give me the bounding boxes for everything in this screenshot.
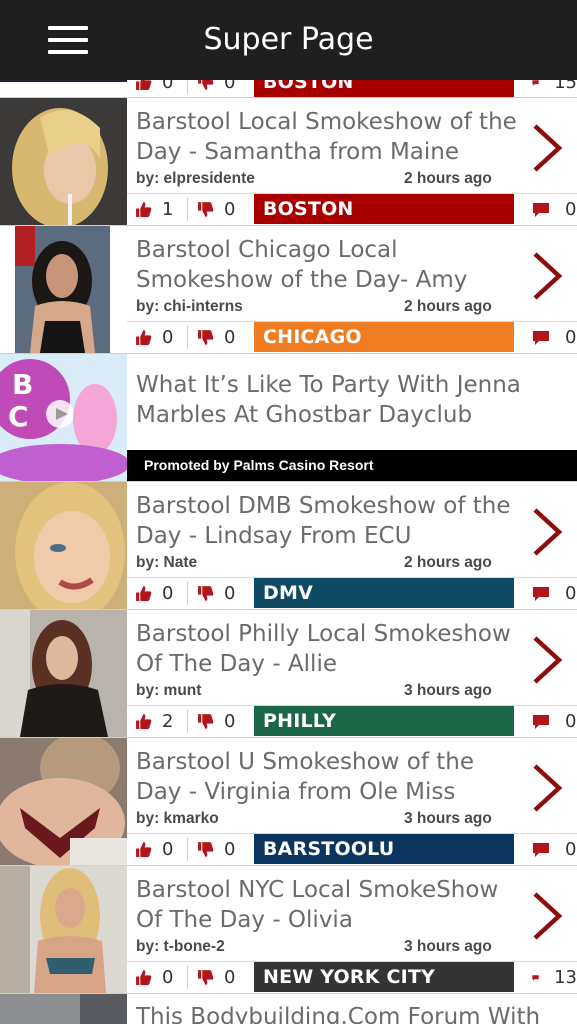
post-time: 3 hours ago [404,682,492,699]
like-count[interactable]: 0 [135,322,173,353]
dislike-count[interactable]: 0 [197,834,235,865]
thumbs-up-icon [136,330,152,345]
thumbs-down-icon [198,330,214,345]
post-meta-bar: 0 0 DMV 0 [127,578,577,609]
post-time: 3 hours ago [404,938,492,955]
comment-count[interactable]: 0 [522,322,577,353]
chevron-right-icon[interactable] [529,502,569,562]
chevron-right-icon[interactable] [529,758,569,818]
comment-count[interactable]: 0 [522,578,577,609]
comment-icon [533,586,549,601]
post-time: 2 hours ago [404,554,492,571]
list-item[interactable]: Barstool DMB Smokeshow of the Day - Lind… [0,482,577,610]
category-tag[interactable]: NEW YORK CITY [254,962,514,992]
post-meta-bar: 2 0 PHILLY 0 [127,706,577,737]
thumbs-down-icon [198,586,214,601]
promo-title[interactable]: What It’s Like To Party With Jenna Marbl… [136,370,526,430]
post-thumbnail [0,738,127,865]
list-item-partial[interactable]: This Bodybuilding.Com Forum With [0,994,577,1024]
post-author: by: t-bone-2 [136,938,225,955]
post-time: 2 hours ago [404,170,492,187]
post-thumbnail [0,610,127,737]
post-author: by: Nate [136,554,198,571]
comment-icon [533,714,549,729]
thumbs-up-icon [136,970,152,985]
dislike-count[interactable]: 0 [197,706,235,737]
promoted-item[interactable]: B C What It’s Like To Party With Jenna M… [0,354,577,482]
thumbs-up-icon [136,586,152,601]
comment-icon [533,330,549,345]
post-thumbnail [0,98,127,225]
post-thumbnail [0,226,127,353]
post-meta-bar: 0 0 BARSTOOLU 0 [127,834,577,865]
post-title[interactable]: This Bodybuilding.Com Forum With [136,1002,576,1024]
post-author: by: munt [136,682,202,699]
category-tag[interactable]: BOSTON [254,194,514,224]
thumbs-down-icon [198,202,214,217]
like-count[interactable]: 0 [135,578,173,609]
thumbs-up-icon [136,202,152,217]
dislike-count[interactable]: 0 [197,578,235,609]
page-title: Super Page [203,22,374,57]
chevron-right-icon[interactable] [529,886,569,946]
post-author: by: elpresidente [136,170,255,187]
like-count[interactable]: 0 [135,834,173,865]
post-thumbnail [0,482,127,609]
category-tag[interactable]: BARSTOOLU [254,834,514,864]
post-meta-bar: 0 0 CHICAGO 0 [127,322,577,353]
comment-count[interactable]: 0 [522,834,577,865]
dislike-count[interactable]: 0 [197,194,235,225]
post-thumbnail [0,994,127,1024]
chevron-right-icon[interactable] [529,246,569,306]
post-feed[interactable]: 0 0 BOSTON 15 Barstool Local Smokeshow o… [0,58,577,1024]
list-item[interactable]: Barstool NYC Local SmokeShow Of The Day … [0,866,577,994]
comment-icon [532,974,539,981]
post-author: by: kmarko [136,810,219,827]
post-meta-bar: 1 0 BOSTON 0 [127,194,577,225]
promo-sponsor-label: Promoted by Palms Casino Resort [127,450,577,481]
post-title[interactable]: Barstool Chicago Local Smokeshow of the … [136,235,526,295]
thumbs-up-icon [136,714,152,729]
post-title[interactable]: Barstool Philly Local Smokeshow Of The D… [136,619,526,679]
list-item[interactable]: Barstool U Smokeshow of the Day - Virgin… [0,738,577,866]
post-title[interactable]: Barstool U Smokeshow of the Day - Virgin… [136,747,526,807]
svg-text:C: C [8,400,29,433]
category-tag[interactable]: PHILLY [254,706,514,736]
list-item[interactable]: Barstool Philly Local Smokeshow Of The D… [0,610,577,738]
category-tag[interactable]: CHICAGO [254,322,514,352]
post-meta-bar: 0 0 NEW YORK CITY 13 [127,962,577,993]
like-count[interactable]: 2 [135,706,173,737]
post-author: by: chi-interns [136,298,243,315]
category-tag[interactable]: DMV [254,578,514,608]
thumbs-down-icon [198,842,214,857]
comment-icon [533,202,549,217]
promo-thumbnail: B C [0,354,127,481]
post-time: 3 hours ago [404,810,492,827]
chevron-right-icon[interactable] [529,630,569,690]
like-count[interactable]: 1 [135,194,173,225]
post-title[interactable]: Barstool NYC Local SmokeShow Of The Day … [136,875,526,935]
thumbs-up-icon [136,842,152,857]
post-title[interactable]: Barstool DMB Smokeshow of the Day - Lind… [136,491,526,551]
app-header: Super Page [0,0,577,80]
dislike-count[interactable]: 0 [197,322,235,353]
comment-icon [533,842,549,857]
comment-count[interactable]: 0 [522,706,577,737]
list-item[interactable]: Barstool Local Smokeshow of the Day - Sa… [0,98,577,226]
comment-count[interactable]: 0 [522,194,577,225]
thumbs-down-icon [198,970,214,985]
dislike-count[interactable]: 0 [197,962,235,993]
list-item[interactable]: Barstool Chicago Local Smokeshow of the … [0,226,577,354]
chevron-right-icon[interactable] [529,118,569,178]
like-count[interactable]: 0 [135,962,173,993]
post-title[interactable]: Barstool Local Smokeshow of the Day - Sa… [136,107,526,167]
comment-count[interactable]: 13 [522,962,577,993]
svg-text:B: B [12,368,33,401]
post-thumbnail [0,866,127,993]
post-time: 2 hours ago [404,298,492,315]
thumbs-down-icon [198,714,214,729]
